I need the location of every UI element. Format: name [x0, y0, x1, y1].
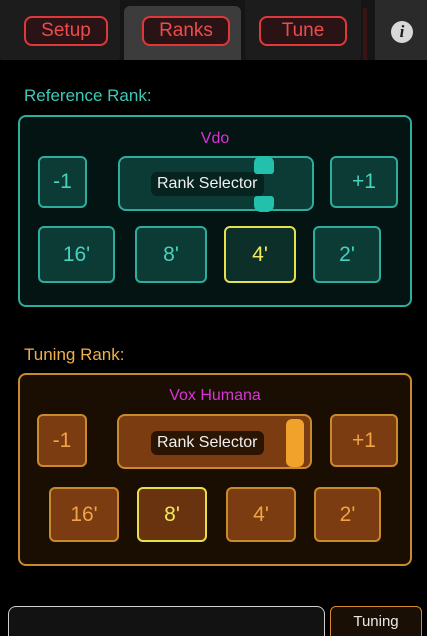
tuning-minus-button[interactable]: -1 [37, 414, 87, 467]
reference-selector-handle-top[interactable] [254, 156, 274, 174]
tuning-rank-name: Vox Humana [169, 387, 261, 404]
tab-ranks[interactable]: Ranks [142, 16, 230, 46]
reference-footage-8-button[interactable]: 8' [135, 226, 207, 283]
reference-selector-handle-bottom[interactable] [254, 196, 274, 212]
tuning-selector-label: Rank Selector [151, 431, 264, 455]
reference-rank-selector[interactable]: Rank Selector [118, 156, 314, 212]
bottom-text-field[interactable] [8, 606, 325, 636]
tuning-rank-selector[interactable]: Rank Selector [117, 414, 312, 469]
tuning-tab[interactable]: Tuning [330, 606, 422, 636]
reference-plus-button[interactable]: +1 [330, 156, 398, 208]
reference-selector-label: Rank Selector [151, 172, 264, 196]
reference-rank-heading: Reference Rank: [24, 86, 152, 105]
tuning-footage-2-button[interactable]: 2' [314, 487, 381, 542]
tuning-footage-8-button[interactable]: 8' [137, 487, 207, 542]
tuning-footage-4-button[interactable]: 4' [226, 487, 296, 542]
tuning-rank-heading: Tuning Rank: [24, 345, 125, 364]
reference-rank-name: Vdo [200, 130, 230, 147]
reference-footage-2-button[interactable]: 2' [313, 226, 381, 283]
reference-footage-4-button[interactable]: 4' [224, 226, 296, 283]
reference-minus-button[interactable]: -1 [38, 156, 87, 208]
tab-setup[interactable]: Setup [24, 16, 108, 46]
tab-tune[interactable]: Tune [259, 16, 347, 46]
info-icon[interactable]: i [391, 21, 413, 43]
tuning-plus-button[interactable]: +1 [330, 414, 398, 467]
tab-divider [363, 8, 367, 60]
reference-footage-16-button[interactable]: 16' [38, 226, 115, 283]
tuning-footage-16-button[interactable]: 16' [49, 487, 119, 542]
tuning-selector-handle[interactable] [286, 419, 304, 467]
